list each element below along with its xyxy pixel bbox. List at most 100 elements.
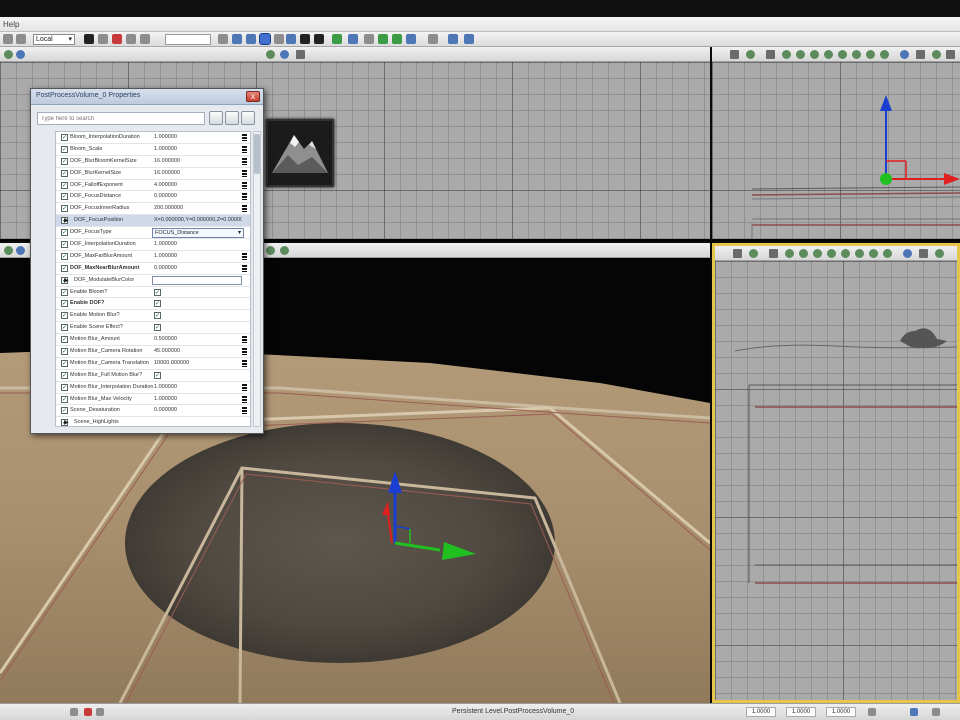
properties-titlebar[interactable]: PostProcessVolume_0 Properties x — [31, 89, 263, 105]
property-enabled-checkbox[interactable]: ✓ — [61, 145, 68, 153]
property-enabled-checkbox[interactable]: ✓ — [61, 336, 68, 344]
status-icon[interactable] — [868, 708, 876, 716]
drag-handle-icon[interactable] — [242, 359, 247, 367]
status-icon[interactable] — [96, 708, 104, 716]
property-enabled-checkbox[interactable]: ✓ — [61, 252, 68, 260]
new-icon[interactable] — [3, 34, 13, 44]
terrain-thumbnail[interactable] — [266, 119, 334, 187]
build-all-icon[interactable] — [378, 34, 388, 44]
property-row[interactable]: ✓ DOF_FocusDistance 0.000000 — [56, 191, 250, 204]
viewport-side[interactable] — [712, 47, 960, 241]
drag-handle-icon[interactable] — [242, 193, 247, 201]
transform-gizmo[interactable] — [880, 95, 960, 185]
property-enabled-checkbox[interactable]: ✓ — [61, 288, 68, 296]
console-icon[interactable] — [428, 34, 438, 44]
property-enabled-checkbox[interactable]: ✓ — [61, 264, 68, 272]
build-geometry-icon[interactable] — [332, 34, 342, 44]
scale-grid-value[interactable]: 1.0000 — [826, 707, 856, 717]
property-row[interactable]: ✓ DOF_BlurKernelSize 16.000000 — [56, 168, 250, 180]
undo-icon[interactable] — [218, 34, 228, 44]
property-row[interactable]: ✓ ▶ DOF_ModulateBlurColor — [56, 275, 250, 287]
property-value[interactable]: 4.000000 — [154, 182, 242, 188]
drag-grid-value[interactable]: 1.0000 — [746, 707, 776, 717]
light-complexity-icon[interactable] — [855, 249, 864, 258]
drag-handle-icon[interactable] — [242, 252, 247, 260]
build-lighting-icon[interactable] — [348, 34, 358, 44]
record-icon[interactable] — [112, 34, 122, 44]
realtime-icon[interactable] — [266, 50, 275, 59]
build-paths-icon[interactable] — [364, 34, 374, 44]
property-value[interactable]: 1.000000 — [154, 396, 242, 402]
property-enabled-checkbox[interactable]: ✓ — [61, 241, 68, 249]
property-value[interactable]: 10000.000000 — [154, 360, 242, 366]
close-button[interactable]: x — [246, 91, 260, 102]
drag-handle-icon[interactable] — [242, 407, 247, 415]
property-value[interactable]: 200.000000 — [154, 205, 242, 211]
status-icon[interactable] — [84, 708, 92, 716]
property-row[interactable]: ✓ ▶ Scene_HighLights — [56, 417, 250, 426]
play-icon[interactable] — [406, 34, 416, 44]
property-enabled-checkbox[interactable]: ✓ — [61, 300, 68, 308]
status-icon[interactable] — [70, 708, 78, 716]
property-value-checkbox[interactable]: ✓ — [154, 371, 161, 379]
property-enabled-checkbox[interactable]: ✓ — [61, 181, 68, 189]
filter-icon[interactable] — [241, 111, 255, 125]
show-flags-icon[interactable] — [280, 50, 289, 59]
stop-icon[interactable] — [314, 34, 324, 44]
property-row[interactable]: ✓ DOF_FocusType FOCUS_Distance — [56, 227, 250, 240]
status-icon[interactable] — [910, 708, 918, 716]
perspective-icon[interactable] — [769, 249, 778, 258]
property-row[interactable]: ✓ Motion Blur_Interpolation Duration 1.000… — [56, 382, 250, 394]
viewport-type-icon[interactable] — [16, 50, 25, 59]
expander-arrow-icon[interactable]: ▶ — [64, 419, 69, 426]
property-value-select[interactable]: FOCUS_Distance — [152, 228, 244, 239]
property-value[interactable]: 0.000000 — [154, 407, 242, 413]
property-enabled-checkbox[interactable]: ✓ — [61, 383, 68, 391]
rotation-grid-value[interactable]: 1.0000 — [786, 707, 816, 717]
properties-scrollbar[interactable] — [253, 131, 261, 427]
wireframe-icon[interactable] — [785, 249, 794, 258]
property-value[interactable]: 1.000000 — [154, 134, 242, 140]
lock-icon[interactable] — [296, 50, 305, 59]
property-enabled-checkbox[interactable]: ✓ — [61, 348, 68, 356]
properties-search-input[interactable] — [37, 112, 205, 125]
status-icon[interactable] — [932, 708, 940, 716]
property-value[interactable]: 16.000000 — [154, 170, 242, 176]
property-row[interactable]: ✓ Motion Blur_Max Velocity 1.000000 — [56, 394, 250, 406]
lit-icon[interactable] — [813, 249, 822, 258]
property-enabled-checkbox[interactable]: ✓ — [61, 157, 68, 165]
property-row[interactable]: ✓ Motion Blur_Camera Rotation 45.000000 — [56, 346, 250, 358]
toolbar-search-field[interactable] — [165, 34, 211, 45]
property-enabled-checkbox[interactable]: ✓ — [61, 371, 68, 379]
menu-item-help[interactable]: Help — [3, 20, 19, 29]
property-row[interactable]: ✓ DOF_FocusInnerRadius 200.000000 — [56, 203, 250, 216]
property-row[interactable]: ✓ DOF_MaxNearBlurAmount 0.000000 — [56, 263, 250, 275]
show-flags-icon[interactable] — [935, 249, 944, 258]
drag-handle-icon[interactable] — [242, 264, 247, 272]
brush-icon[interactable] — [84, 34, 94, 44]
property-enabled-checkbox[interactable]: ✓ — [61, 134, 68, 141]
property-enabled-checkbox[interactable]: ✓ — [61, 169, 68, 177]
scale-mode-icon[interactable] — [286, 34, 296, 44]
search-icon[interactable] — [209, 111, 223, 125]
property-row[interactable]: ✓ DOF_MaxFarBlurAmount 1.000000 — [56, 251, 250, 263]
property-enabled-checkbox[interactable]: ✓ — [61, 407, 68, 415]
scrollbar-thumb[interactable] — [254, 134, 260, 174]
drag-handle-icon[interactable] — [242, 395, 247, 403]
static-mesh-icon[interactable] — [246, 34, 256, 44]
drag-handle-icon[interactable] — [242, 205, 247, 213]
property-value-checkbox[interactable]: ✓ — [154, 288, 161, 296]
property-row[interactable]: ✓ Enable Motion Blur? ✓ — [56, 310, 250, 323]
drag-handle-icon[interactable] — [242, 145, 247, 153]
matinee-icon[interactable] — [464, 34, 474, 44]
camera-icon[interactable] — [98, 34, 108, 44]
shader-complexity-icon[interactable] — [883, 249, 892, 258]
drag-handle-icon[interactable] — [242, 181, 247, 189]
property-row[interactable]: ✓ Enable DOF? ✓ — [56, 298, 250, 311]
property-value[interactable]: 16.000000 — [154, 158, 242, 164]
property-enabled-checkbox[interactable]: ✓ — [61, 205, 68, 213]
drag-handle-icon[interactable] — [242, 157, 247, 165]
property-row[interactable]: ✓ DOF_InterpolationDuration 1.000000 — [56, 239, 250, 251]
property-value[interactable]: 0.000000 — [154, 265, 242, 271]
open-icon[interactable] — [16, 34, 26, 44]
